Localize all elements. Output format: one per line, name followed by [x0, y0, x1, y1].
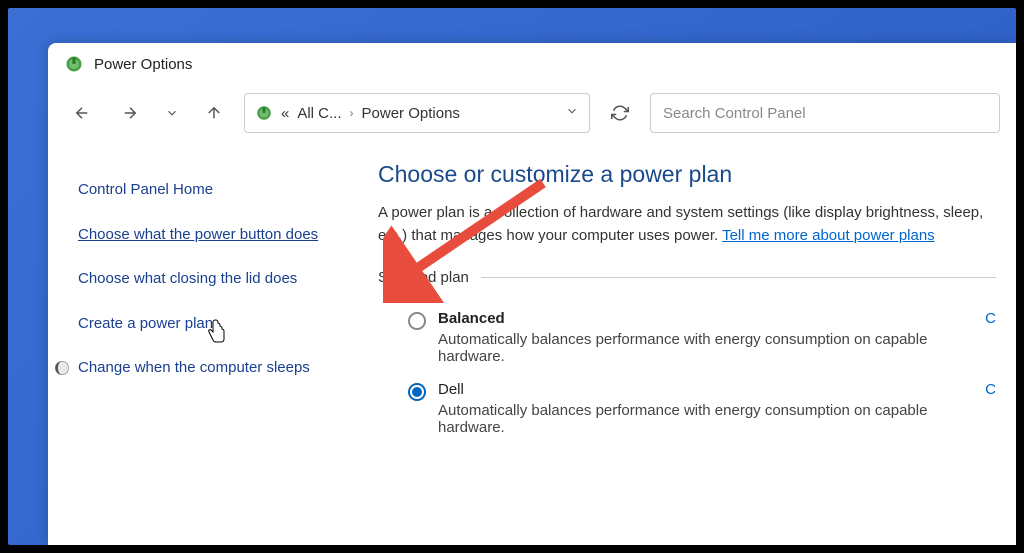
titlebar: Power Options: [48, 43, 1016, 85]
power-options-icon: [64, 54, 84, 74]
learn-more-link[interactable]: Tell me more about power plans: [722, 227, 935, 244]
page-description: A power plan is a collection of hardware…: [378, 202, 996, 247]
page-title: Choose or customize a power plan: [378, 161, 996, 188]
chevron-down-icon: [165, 106, 179, 120]
arrow-left-icon: [73, 104, 91, 122]
closing-lid-link[interactable]: Choose what closing the lid does: [78, 268, 336, 291]
chevron-right-icon: ›: [350, 106, 354, 120]
plan-item-dell[interactable]: Dell Automatically balances performance …: [378, 373, 996, 444]
plan-description: Automatically balances performance with …: [438, 331, 973, 365]
power-options-icon: [255, 104, 273, 122]
radio-button[interactable]: [408, 383, 426, 401]
refresh-icon: [611, 104, 629, 122]
control-panel-home-link[interactable]: Control Panel Home: [78, 179, 336, 202]
plan-name: Dell: [438, 381, 973, 398]
section-label: Selected plan: [378, 269, 469, 286]
back-button[interactable]: [64, 95, 100, 131]
address-dropdown[interactable]: [565, 104, 579, 123]
change-plan-link[interactable]: C: [985, 310, 996, 327]
up-button[interactable]: [196, 95, 232, 131]
navigation-bar: « All C... › Power Options: [48, 85, 1016, 141]
moon-icon: [54, 360, 70, 376]
change-sleep-link[interactable]: Change when the computer sleeps: [78, 357, 310, 380]
recent-dropdown[interactable]: [160, 95, 184, 131]
main-content: Choose or customize a power plan A power…: [358, 161, 1016, 464]
breadcrumb-item[interactable]: Power Options: [362, 105, 460, 122]
window-title: Power Options: [94, 56, 192, 73]
breadcrumb-prefix: «: [281, 105, 289, 122]
plan-item-balanced[interactable]: Balanced Automatically balances performa…: [378, 302, 996, 373]
chevron-down-icon: [565, 104, 579, 118]
create-power-plan-link[interactable]: Create a power plan: [78, 313, 336, 336]
change-plan-link[interactable]: C: [985, 381, 996, 398]
refresh-button[interactable]: [602, 95, 638, 131]
arrow-right-icon: [121, 104, 139, 122]
sidebar: Control Panel Home Choose what the power…: [48, 161, 358, 464]
breadcrumb-item[interactable]: All C...: [297, 105, 341, 122]
radio-button[interactable]: [408, 312, 426, 330]
plan-description: Automatically balances performance with …: [438, 402, 973, 436]
divider: [481, 277, 996, 278]
plan-name: Balanced: [438, 310, 973, 327]
address-bar[interactable]: « All C... › Power Options: [244, 93, 590, 133]
search-input[interactable]: [650, 93, 1000, 133]
forward-button[interactable]: [112, 95, 148, 131]
arrow-up-icon: [205, 104, 223, 122]
power-button-link[interactable]: Choose what the power button does: [78, 224, 336, 247]
